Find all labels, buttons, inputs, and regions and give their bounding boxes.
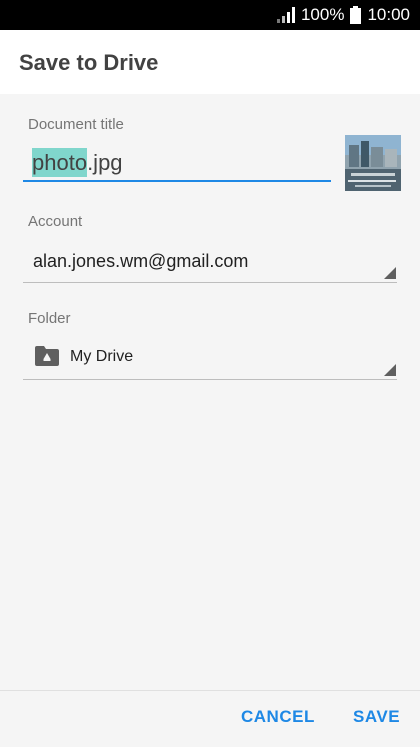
save-button[interactable]: SAVE — [353, 707, 400, 727]
account-value: alan.jones.wm@gmail.com — [33, 251, 249, 271]
app-header: Save to Drive — [0, 30, 420, 94]
document-title-text: photo.jpg — [32, 148, 123, 177]
dropdown-arrow-icon — [384, 364, 396, 376]
status-bar: 100% 10:00 — [0, 0, 420, 30]
folder-value: My Drive — [70, 348, 134, 365]
cancel-button[interactable]: CANCEL — [241, 707, 315, 727]
status-time: 10:00 — [367, 5, 410, 24]
battery-percent: 100% — [300, 5, 345, 24]
title-extension: .jpg — [87, 150, 123, 175]
folder-dropdown[interactable]: My Drive — [23, 340, 397, 380]
folder-label: Folder — [28, 310, 71, 327]
document-title-input[interactable]: photo.jpg — [23, 146, 331, 182]
account-label: Account — [28, 213, 83, 230]
save-form: Document title photo.jpg Account alan.jo… — [0, 94, 420, 690]
folder-drive-icon — [35, 346, 59, 366]
status-right: 100% 10:00 — [276, 0, 410, 30]
document-title-label: Document title — [28, 116, 124, 133]
photo-thumbnail — [345, 135, 401, 191]
dropdown-arrow-icon — [384, 267, 396, 279]
dialog-footer: CANCEL SAVE — [0, 690, 420, 747]
signal-icon — [276, 7, 295, 23]
battery-icon — [350, 6, 362, 24]
page-title: Save to Drive — [19, 50, 159, 75]
account-dropdown[interactable]: alan.jones.wm@gmail.com — [23, 243, 397, 283]
selected-text: photo — [32, 148, 88, 177]
